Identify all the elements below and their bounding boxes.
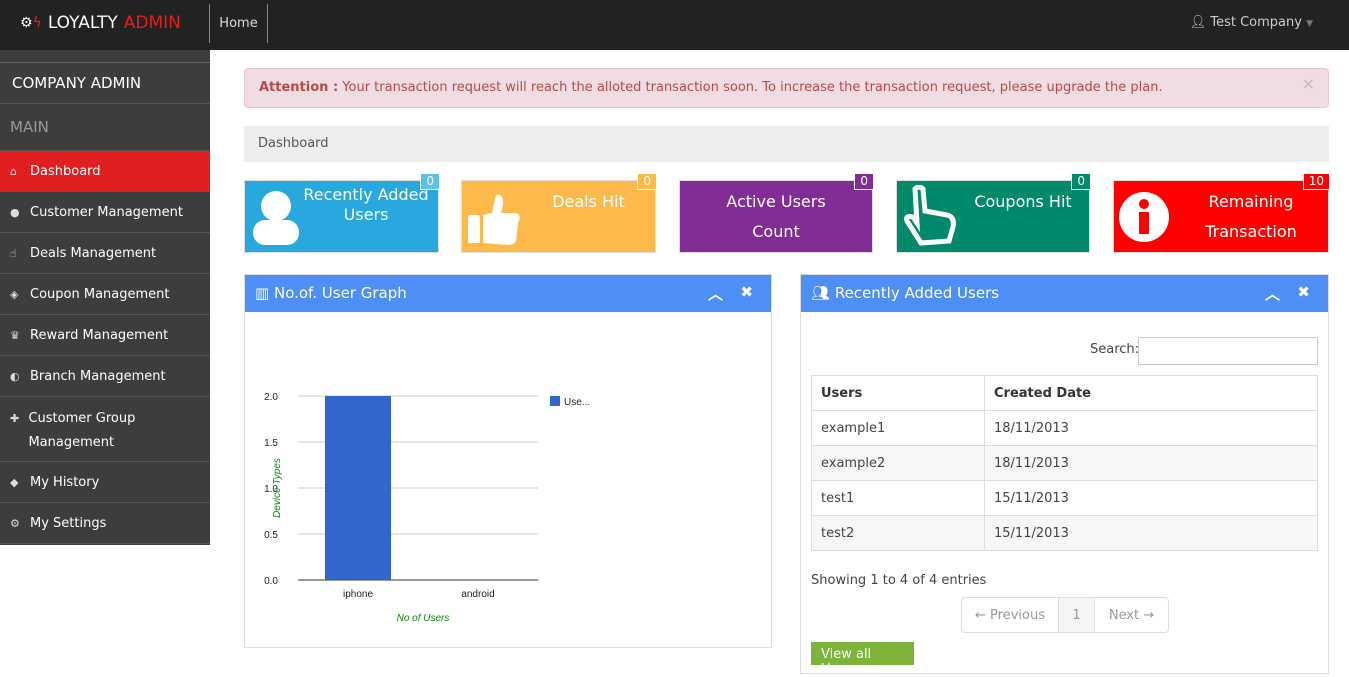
page-1-button[interactable]: 1 <box>1058 597 1095 633</box>
y-tick-label: 0.0 <box>264 576 278 587</box>
search-label: Search: <box>1090 342 1140 357</box>
count-badge: 0 <box>1071 173 1091 190</box>
table-row[interactable]: example2 18/11/2013 <box>811 445 1318 481</box>
dashboard-icon: ◐ <box>10 369 20 383</box>
user-icon <box>251 189 301 249</box>
collapse-chevron-up-icon[interactable]: ︿ <box>708 283 723 304</box>
user-cell: test2 <box>811 515 985 551</box>
created-date-cell: 15/11/2013 <box>984 480 1318 516</box>
sidebar-item-my-settings[interactable]: ⚙ My Settings <box>0 503 210 544</box>
sidebar-section-main: MAIN <box>0 104 210 151</box>
user-cell: example2 <box>811 445 985 481</box>
collapse-chevron-up-icon[interactable]: ︿ <box>1265 283 1280 304</box>
created-date-cell: 15/11/2013 <box>984 515 1318 551</box>
bar-iphone[interactable] <box>325 396 391 580</box>
alert-close-button[interactable]: × <box>1302 74 1315 93</box>
sidebar-title: COMPANY ADMIN <box>0 63 210 104</box>
sidebar-item-coupon-management[interactable]: ◈ Coupon Management <box>0 274 210 315</box>
gear-bolt-icon: ⚙ϟ <box>20 15 42 31</box>
tile-deals-hit[interactable]: Deals Hit 0 <box>461 173 657 253</box>
users-icon: 👥︎ <box>811 284 831 302</box>
close-icon[interactable]: ✖ <box>740 283 753 301</box>
column-header-users[interactable]: Users <box>811 375 985 411</box>
close-icon[interactable]: ✖ <box>1297 283 1310 301</box>
tile-recently-added-users[interactable]: Recently Added Users 0 <box>244 173 440 253</box>
user-cell: test1 <box>811 480 985 516</box>
thumbs-up-icon: ☝ <box>10 246 17 260</box>
tile-coupons-hit[interactable]: Coupons Hit 0 <box>896 173 1091 253</box>
home-icon: ⌂ <box>10 164 17 178</box>
breadcrumb: Dashboard <box>244 126 1329 162</box>
search-input[interactable] <box>1138 337 1318 365</box>
column-header-created-date[interactable]: Created Date <box>984 375 1318 411</box>
attention-alert: Attention : Your transaction request wil… <box>244 68 1329 108</box>
user-cell: example1 <box>811 410 985 446</box>
count-badge: 10 <box>1302 173 1330 190</box>
tile-active-users-count[interactable]: Active Users Count 0 <box>679 173 874 253</box>
next-page-button[interactable]: Next → <box>1094 597 1169 633</box>
table-info: Showing 1 to 4 of 4 entries <box>811 573 987 588</box>
user-graph-chart: 0.00.51.01.52.0iphone androidNo of UsersD… <box>264 392 590 624</box>
sidebar-item-my-history[interactable]: ◆ My History <box>0 462 210 503</box>
previous-page-button[interactable]: ← Previous <box>961 597 1059 633</box>
sidebar-item-customer-management[interactable]: ● Customer Management <box>0 192 210 233</box>
y-tick-label: 2.0 <box>264 392 278 403</box>
x-tick-label: android <box>461 589 494 600</box>
count-badge: 0 <box>637 173 657 190</box>
user-menu[interactable]: 👤︎ Test Company ▼ <box>1190 15 1313 30</box>
x-axis-label: No of Users <box>397 613 450 624</box>
x-tick-label: iphone <box>343 589 373 600</box>
trophy-icon: ♛ <box>10 328 20 342</box>
puzzle-icon: ✚ <box>10 412 20 425</box>
brand-logo[interactable]: ⚙ϟ LOYALTY ADMIN <box>20 13 181 33</box>
created-date-cell: 18/11/2013 <box>984 410 1318 446</box>
created-date-cell: 18/11/2013 <box>984 445 1318 481</box>
info-icon <box>1118 191 1170 247</box>
sidebar-item-dashboard[interactable]: ⌂ Dashboard <box>0 151 210 192</box>
ticket-icon: ◈ <box>10 287 19 301</box>
y-axis-label: Device Types <box>272 458 283 518</box>
user-graph-panel: ▥ No.of. User Graph ︿ ✖ 0.0 0.5 1.0 1.5 2.0 i… <box>244 274 772 648</box>
hand-pointer-icon <box>903 184 958 251</box>
legend-swatch <box>550 396 560 406</box>
legend-label: Use... <box>564 397 590 408</box>
bar-chart-icon: ▥ <box>255 284 270 302</box>
tag-icon: ◆ <box>10 475 19 489</box>
tile-remaining-transaction[interactable]: Remaining Transaction 10 <box>1113 173 1330 253</box>
cogs-icon: ⚙ <box>10 516 20 530</box>
caret-down-icon: ▼ <box>1306 19 1313 29</box>
view-all-users-button[interactable]: View all Users <box>811 642 914 677</box>
sidebar-item-customer-group-management[interactable]: ✚ Customer Group Management <box>0 397 210 462</box>
y-tick-label: 1.5 <box>264 438 278 449</box>
sidebar-item-reward-management[interactable]: ♛ Reward Management <box>0 315 210 356</box>
thumbs-up-icon <box>468 193 523 249</box>
user-icon: ● <box>10 205 20 219</box>
count-badge: 0 <box>420 173 440 190</box>
top-navbar <box>0 0 1349 50</box>
y-tick-label: 0.5 <box>264 530 278 541</box>
table-row[interactable]: example1 18/11/2013 <box>811 410 1318 446</box>
user-icon: 👤︎ <box>1189 15 1207 30</box>
sidebar-item-branch-management[interactable]: ◐ Branch Management <box>0 356 210 397</box>
users-table: Users Created Date example1 18/11/2013 exam… <box>811 375 1318 551</box>
table-row[interactable]: test1 15/11/2013 <box>811 480 1318 516</box>
count-badge: 0 <box>854 173 874 190</box>
nav-home[interactable]: Home <box>209 4 268 43</box>
table-row[interactable]: test2 15/11/2013 <box>811 515 1318 551</box>
sidebar-item-deals-management[interactable]: ☝ Deals Management <box>0 233 210 274</box>
